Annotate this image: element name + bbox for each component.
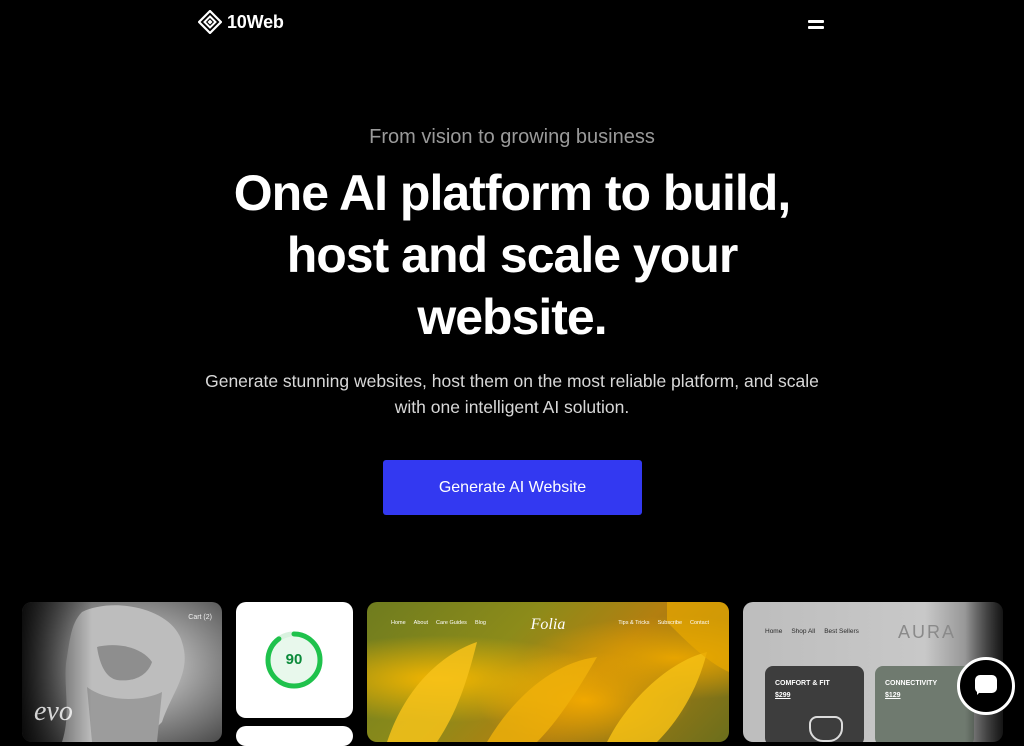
statue-title: evo xyxy=(34,696,73,727)
product-price: $299 xyxy=(775,692,791,699)
product-price: $129 xyxy=(885,692,901,699)
brand-logo[interactable]: 10Web xyxy=(198,10,284,34)
folia-nav-item[interactable]: Tips & Tricks xyxy=(618,620,649,626)
cart-label: Cart (2) xyxy=(188,614,212,621)
product-title: CONNECTIVITY xyxy=(885,680,938,687)
menu-button[interactable] xyxy=(806,16,826,32)
product-title: COMFORT & FIT xyxy=(775,680,830,687)
aura-brand: AURA xyxy=(898,622,957,642)
aura-product-card[interactable]: COMFORT & FIT $299 xyxy=(765,666,864,742)
site-header: 10Web xyxy=(0,0,1024,50)
performance-score: 90 xyxy=(285,651,303,668)
headphones-image xyxy=(809,716,843,742)
folia-template-card[interactable]: Home About Care Guides Blog Folia Tips &… xyxy=(367,602,729,742)
folia-nav-item[interactable]: Contact xyxy=(690,620,709,626)
hamburger-menu-icon-bar xyxy=(808,26,824,29)
performance-score-card[interactable]: 90 xyxy=(236,602,353,718)
statue-template-card[interactable]: Cart (2) evo xyxy=(22,602,222,742)
hero-eyebrow: From vision to growing business xyxy=(369,126,655,148)
aura-nav-item[interactable]: Home xyxy=(765,628,782,635)
10web-diamond-logo-icon xyxy=(198,10,222,34)
aura-nav-item[interactable]: Best Sellers xyxy=(824,628,859,635)
brand-name: 10Web xyxy=(227,11,284,32)
chat-launcher-button[interactable] xyxy=(957,657,1015,715)
generate-ai-website-button[interactable]: Generate AI Website xyxy=(383,460,642,515)
aura-nav-item[interactable]: Shop All xyxy=(791,628,815,635)
hero-subtext: Generate stunning websites, host them on… xyxy=(205,371,819,417)
folia-nav-item[interactable]: Subscribe xyxy=(658,620,682,626)
folia-nav-right: Tips & Tricks Subscribe Contact xyxy=(618,620,709,626)
secondary-score-card xyxy=(236,726,353,746)
aura-nav: Home Shop All Best Sellers xyxy=(765,628,859,635)
hero-headline: One AI platform to build, host and scale… xyxy=(233,165,791,345)
chat-bubble-tail xyxy=(977,690,982,695)
hamburger-menu-icon xyxy=(808,20,824,23)
